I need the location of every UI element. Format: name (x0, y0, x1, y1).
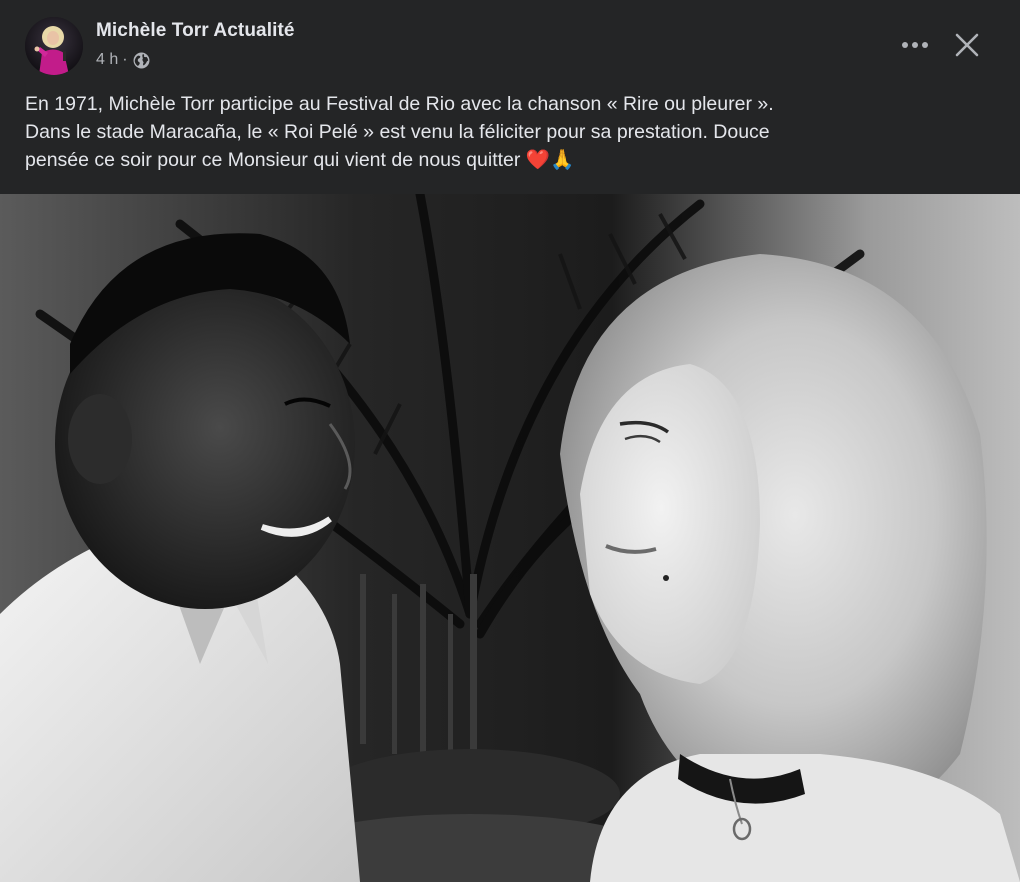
post-header: Michèle Torr Actualité 4 h · (0, 0, 1020, 84)
facebook-post: Michèle Torr Actualité 4 h · En 1971, Mi… (0, 0, 1020, 882)
post-text-line: En 1971, Michèle Torr participe au Festi… (25, 93, 774, 115)
close-icon (955, 33, 979, 57)
close-button[interactable] (945, 25, 989, 65)
page-name[interactable]: Michèle Torr Actualité (96, 20, 295, 42)
globe-icon[interactable] (133, 52, 150, 69)
more-horizontal-icon (902, 42, 928, 48)
post-text: En 1971, Michèle Torr participe au Festi… (25, 90, 1000, 174)
more-options-button[interactable] (893, 28, 937, 62)
post-timestamp[interactable]: 4 h (96, 51, 118, 69)
post-text-line: Dans le stade Maracaña, le « Roi Pelé » … (25, 121, 770, 143)
meta-separator: · (122, 51, 128, 68)
post-meta: 4 h · (96, 51, 150, 69)
post-text-line: pensée ce soir pour ce Monsieur qui vien… (25, 149, 575, 171)
page-avatar[interactable] (25, 17, 83, 75)
post-photo[interactable] (0, 194, 1020, 882)
